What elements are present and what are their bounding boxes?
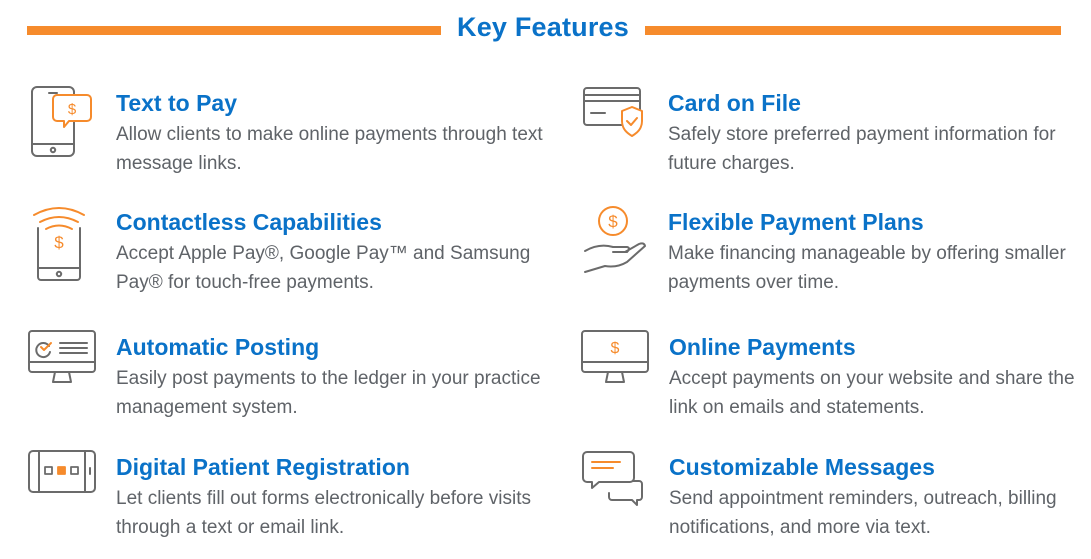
feature-title: Automatic Posting — [116, 334, 320, 360]
feature-description: Safely store preferred payment informati… — [668, 124, 1056, 174]
phone-contactless-icon: $ — [27, 203, 107, 283]
svg-text:$: $ — [68, 101, 77, 118]
feature-description: Send appointment reminders, outreach, bi… — [669, 488, 1057, 538]
page-title: Key Features — [457, 12, 629, 42]
header-rule-right — [645, 26, 1061, 35]
svg-text:$: $ — [608, 212, 618, 231]
feature-title: Card on File — [668, 90, 801, 116]
feature-description: Allow clients to make online payments th… — [116, 124, 543, 174]
feature-title: Contactless Capabilities — [116, 209, 382, 235]
feature-title: Customizable Messages — [669, 454, 935, 480]
monitor-checklist-icon — [27, 328, 107, 408]
header-rule-left — [27, 26, 441, 35]
feature-title: Text to Pay — [116, 90, 237, 116]
monitor-dollar-icon: $ — [580, 328, 660, 408]
feature-title: Online Payments — [669, 334, 856, 360]
svg-text:$: $ — [54, 233, 64, 252]
feature-flexible-payment-plans: $ Flexible Payment Plans Make financing … — [579, 203, 1091, 303]
feature-contactless-capabilities: $ Contactless Capabilities Accept Apple … — [27, 203, 547, 303]
feature-description: Easily post payments to the ledger in yo… — [116, 368, 541, 418]
feature-digital-patient-registration: Digital Patient Registration Let clients… — [27, 448, 547, 548]
feature-customizable-messages: Customizable Messages Send appointment r… — [580, 448, 1091, 548]
credit-card-shield-icon — [579, 84, 659, 164]
section-header: Key Features — [0, 0, 1091, 60]
phone-chat-dollar-icon: $ — [27, 84, 107, 164]
feature-text-to-pay: $ Text to Pay Allow clients to make onli… — [27, 84, 547, 184]
feature-title: Digital Patient Registration — [116, 454, 410, 480]
feature-card-on-file: Card on File Safely store preferred paym… — [579, 84, 1091, 184]
feature-title: Flexible Payment Plans — [668, 209, 924, 235]
feature-automatic-posting: Automatic Posting Easily post payments t… — [27, 328, 547, 428]
svg-text:$: $ — [611, 340, 620, 357]
feature-description: Let clients fill out forms electronicall… — [116, 488, 531, 538]
chat-bubbles-icon — [580, 448, 660, 528]
feature-description: Make financing manageable by offering sm… — [668, 243, 1066, 293]
feature-description: Accept Apple Pay®, Google Pay™ and Samsu… — [116, 243, 531, 293]
feature-description: Accept payments on your website and shar… — [669, 368, 1075, 418]
tablet-form-icon — [27, 448, 107, 528]
feature-online-payments: $ Online Payments Accept payments on you… — [580, 328, 1091, 428]
hand-coin-icon: $ — [579, 203, 659, 283]
